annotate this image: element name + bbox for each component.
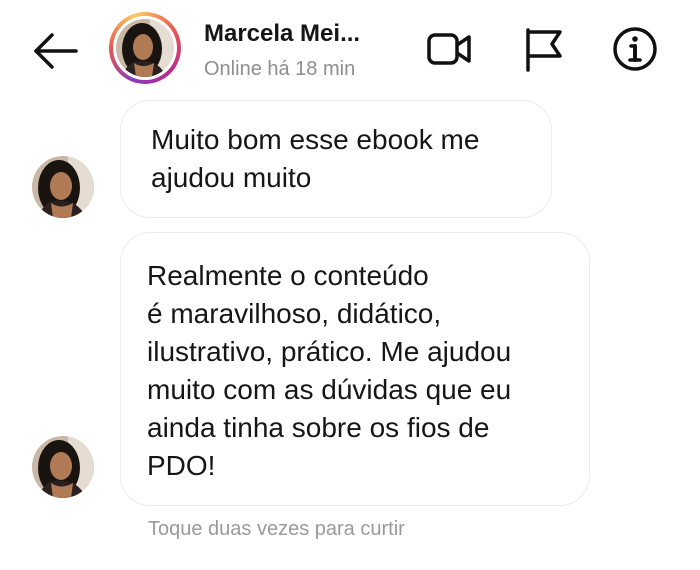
info-icon: [613, 27, 657, 71]
back-button[interactable]: [30, 30, 80, 72]
report-button[interactable]: [518, 24, 568, 74]
chat-screen: Marcela Mei... Online há 18 min Muito bo…: [0, 0, 700, 570]
avatar-photo: [116, 19, 174, 77]
chat-header: Marcela Mei... Online há 18 min: [0, 0, 700, 96]
message-text: Realmente o conteúdo é maravilhoso, didá…: [147, 260, 512, 481]
contact-name[interactable]: Marcela Mei...: [204, 20, 360, 48]
sender-avatar[interactable]: [32, 156, 94, 218]
online-status: Online há 18 min: [204, 58, 356, 80]
contact-avatar[interactable]: [109, 12, 181, 84]
video-call-button[interactable]: [424, 24, 474, 74]
message-text: Muito bom esse ebook me ajudou muito: [151, 124, 480, 193]
info-button[interactable]: [610, 24, 660, 74]
flag-icon: [526, 28, 562, 72]
sender-avatar[interactable]: [32, 436, 94, 498]
message-bubble[interactable]: Muito bom esse ebook me ajudou muito: [120, 100, 552, 218]
message-bubble[interactable]: Realmente o conteúdo é maravilhoso, didá…: [120, 232, 590, 506]
back-arrow-icon: [34, 33, 78, 69]
video-camera-icon: [427, 33, 471, 65]
double-tap-hint: Toque duas vezes para curtir: [148, 518, 405, 540]
